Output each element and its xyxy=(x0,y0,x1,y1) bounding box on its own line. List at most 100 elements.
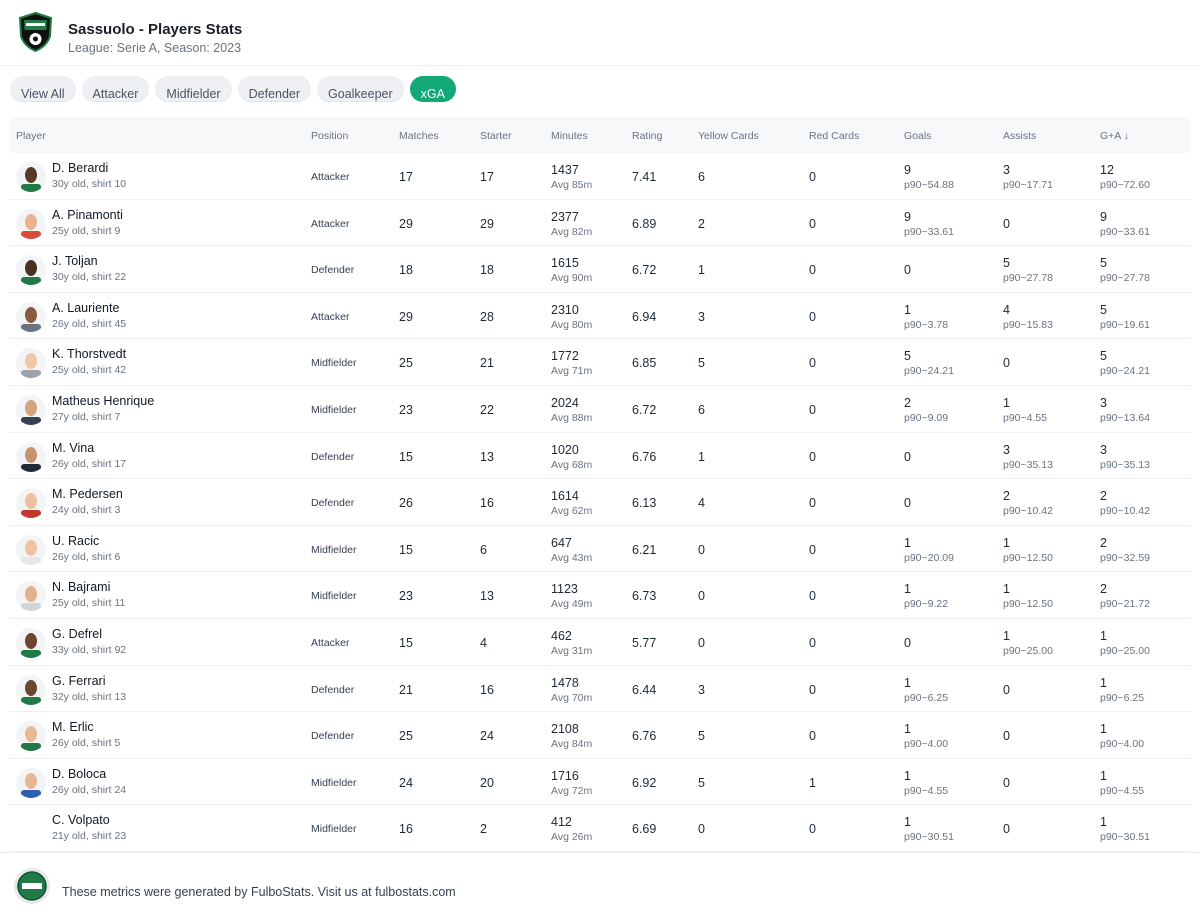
g-plus-a-value: 1 xyxy=(1100,768,1107,783)
minutes-value: 2024 xyxy=(551,395,579,410)
assists-p90: p90~12.50 xyxy=(1003,598,1053,611)
minutes-value: 1478 xyxy=(551,675,579,690)
player-name[interactable]: K. Thorstvedt xyxy=(52,347,126,361)
table-row[interactable]: C. Volpato 21y old, shirt 23 Midfielder 16 2… xyxy=(10,805,1190,852)
minutes-value: 1772 xyxy=(551,349,579,364)
matches-value: 29 xyxy=(399,216,413,231)
red-cards-value: 0 xyxy=(809,729,816,744)
player-name[interactable]: M. Pedersen xyxy=(52,487,123,501)
table-row[interactable]: M. Pedersen 24y old, shirt 3 Defender 26 16 1… xyxy=(10,479,1190,526)
starter-value: 24 xyxy=(480,729,494,744)
column-header-red-cards[interactable]: Red Cards xyxy=(809,130,859,142)
table-row[interactable]: M. Vina 26y old, shirt 17 Defender 15 13 1020… xyxy=(10,433,1190,480)
goals-p90: p90~33.61 xyxy=(904,225,954,238)
g-plus-a-p90: p90~19.61 xyxy=(1100,318,1150,331)
yellow-cards-value: 6 xyxy=(698,402,705,417)
goals-value: 0 xyxy=(904,496,911,511)
player-position: Midfielder xyxy=(311,823,357,836)
player-name[interactable]: Matheus Henrique xyxy=(52,394,154,408)
assists-value: 1 xyxy=(1003,535,1010,550)
rating-value: 6.92 xyxy=(632,775,657,790)
table-row[interactable]: K. Thorstvedt 25y old, shirt 42 Midfielder… xyxy=(10,339,1190,386)
goals-value: 1 xyxy=(904,768,911,783)
table-row[interactable]: J. Toljan 30y old, shirt 22 Defender 18 18 16… xyxy=(10,246,1190,293)
yellow-cards-value: 6 xyxy=(698,170,705,184)
tab-attacker[interactable]: Attacker xyxy=(81,76,150,102)
player-position: Attacker xyxy=(311,171,350,183)
page-subtitle: League: Serie A, Season: 2023 xyxy=(68,41,242,55)
player-position: Midfielder xyxy=(311,776,357,789)
assists-value: 0 xyxy=(1003,216,1010,231)
column-header-position[interactable]: Position xyxy=(311,130,348,142)
g-plus-a-value: 2 xyxy=(1100,489,1107,504)
column-header-rating[interactable]: Rating xyxy=(632,130,662,142)
player-name[interactable]: M. Vina xyxy=(52,441,94,455)
player-name[interactable]: G. Ferrari xyxy=(52,674,105,688)
g-plus-a-p90: p90~10.42 xyxy=(1100,505,1150,518)
minutes-avg: Avg 31m xyxy=(551,644,593,657)
table-row[interactable]: A. Lauriente 26y old, shirt 45 Attacker 29 2… xyxy=(10,293,1190,340)
g-plus-a-p90: p90~72.60 xyxy=(1100,179,1150,191)
assists-p90: p90~15.83 xyxy=(1003,318,1053,331)
player-name[interactable]: C. Volpato xyxy=(52,813,110,827)
player-meta: 30y old, shirt 10 xyxy=(52,178,127,190)
tab-defender[interactable]: Defender xyxy=(237,76,312,102)
starter-value: 2 xyxy=(480,822,487,837)
tab-view-all[interactable]: View All xyxy=(10,76,76,102)
column-header-matches[interactable]: Matches xyxy=(399,130,439,142)
player-position: Defender xyxy=(311,683,355,696)
column-header-starter[interactable]: Starter xyxy=(480,130,512,142)
player-position: Defender xyxy=(311,730,355,743)
matches-value: 17 xyxy=(399,170,413,184)
rating-value: 6.76 xyxy=(632,449,657,464)
column-header-player[interactable]: Player xyxy=(16,130,46,142)
player-name[interactable]: M. Erlic xyxy=(52,720,94,734)
minutes-value: 462 xyxy=(551,628,572,643)
yellow-cards-value: 0 xyxy=(698,589,705,604)
goals-p90: p90~4.00 xyxy=(904,738,949,751)
minutes-avg: Avg 71m xyxy=(551,365,593,378)
column-header-assists[interactable]: Assists xyxy=(1003,130,1036,142)
table-row[interactable]: G. Ferrari 32y old, shirt 13 Defender 21 16 1… xyxy=(10,666,1190,713)
player-name[interactable]: G. Defrel xyxy=(52,627,102,641)
player-name[interactable]: N. Bajrami xyxy=(52,580,110,594)
tab-goalkeeper[interactable]: Goalkeeper xyxy=(317,76,404,102)
table-row[interactable]: Matheus Henrique 27y old, shirt 7 Midfield… xyxy=(10,386,1190,433)
starter-value: 22 xyxy=(480,402,494,417)
table-row[interactable]: D. Berardi 30y old, shirt 10 Attacker 17 17 1… xyxy=(10,153,1190,200)
g-plus-a-value: 1 xyxy=(1100,722,1107,737)
table-row[interactable]: N. Bajrami 25y old, shirt 11 Midfielder 23 1… xyxy=(10,572,1190,619)
table-row[interactable]: G. Defrel 33y old, shirt 92 Attacker 15 4 462… xyxy=(10,619,1190,666)
column-header-minutes[interactable]: Minutes xyxy=(551,130,588,142)
player-position: Defender xyxy=(311,450,355,463)
player-name[interactable]: A. Lauriente xyxy=(52,301,119,315)
g-plus-a-value: 2 xyxy=(1100,582,1107,597)
tab-xga[interactable]: xGA xyxy=(409,76,456,102)
player-name[interactable]: U. Racic xyxy=(52,534,99,548)
player-name[interactable]: J. Toljan xyxy=(52,254,98,268)
player-name[interactable]: A. Pinamonti xyxy=(52,208,123,222)
position-filter-tabs: View All Attacker Midfielder Defender Go… xyxy=(10,76,456,102)
player-meta: 24y old, shirt 3 xyxy=(52,504,121,517)
table-row[interactable]: D. Boloca 26y old, shirt 24 Midfielder 24 20… xyxy=(10,759,1190,806)
tab-midfielder[interactable]: Midfielder xyxy=(155,76,232,102)
column-header-yellow-cards[interactable]: Yellow Cards xyxy=(698,130,759,142)
player-name[interactable]: D. Boloca xyxy=(52,767,106,781)
goals-value: 0 xyxy=(904,635,911,650)
table-header: Player Position Matches Starter Minutes … xyxy=(10,117,1190,153)
g-plus-a-p90: p90~4.55 xyxy=(1100,784,1145,797)
g-plus-a-p90: p90~24.21 xyxy=(1100,365,1150,378)
g-plus-a-p90: p90~35.13 xyxy=(1100,458,1150,471)
red-cards-value: 0 xyxy=(809,263,816,278)
goals-value: 0 xyxy=(904,263,911,278)
table-row[interactable]: A. Pinamonti 25y old, shirt 9 Attacker 29 29… xyxy=(10,200,1190,247)
matches-value: 15 xyxy=(399,449,413,464)
player-name[interactable]: D. Berardi xyxy=(52,161,108,175)
column-header-g-plus-a[interactable]: G+A ↓ xyxy=(1100,130,1129,142)
minutes-avg: Avg 62m xyxy=(551,505,593,518)
table-row[interactable]: M. Erlic 26y old, shirt 5 Defender 25 24 2108… xyxy=(10,712,1190,759)
table-row[interactable]: U. Racic 26y old, shirt 6 Midfielder 15 6 647… xyxy=(10,526,1190,573)
goals-value: 0 xyxy=(904,449,911,464)
column-header-goals[interactable]: Goals xyxy=(904,130,931,142)
page-footer: These metrics were generated by FulboSta… xyxy=(0,852,1200,918)
